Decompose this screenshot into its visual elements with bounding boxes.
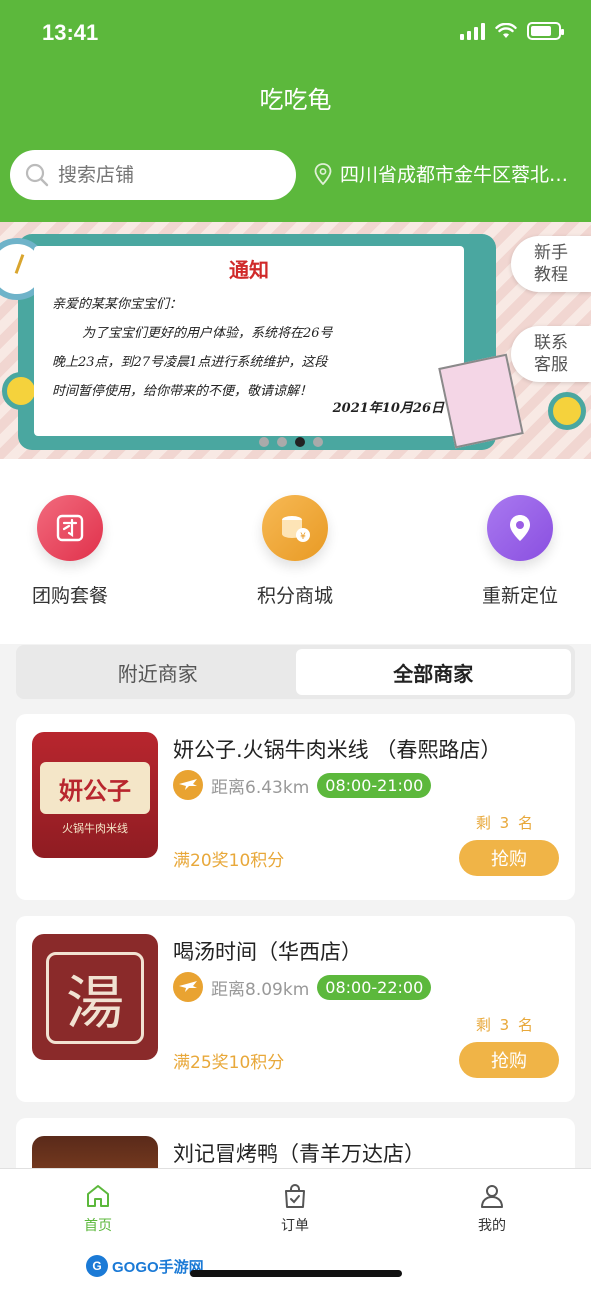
store-logo-subtext: 火锅牛肉米线 [62, 822, 128, 835]
tab-orders-label: 订单 [281, 1218, 309, 1234]
tab-home-label: 首页 [84, 1218, 112, 1234]
customer-service-button[interactable]: 联系 客服 [511, 326, 591, 382]
group-buy-icon [37, 495, 103, 561]
orders-bag-icon [285, 1184, 305, 1208]
store-card[interactable]: 妍公子 火锅牛肉米线 妍公子.火锅牛肉米线 （春熙路店） 距离6.43km 08… [16, 714, 575, 900]
search-icon [25, 163, 49, 187]
store-distance: 距离8.09km [211, 979, 310, 1000]
customer-service-label: 联系 客服 [534, 333, 568, 375]
location-pin-icon [487, 495, 553, 561]
relocate-label: 重新定位 [481, 585, 558, 607]
remaining-count: 剩 3 名 [475, 1016, 535, 1034]
search-bar[interactable] [10, 150, 296, 200]
store-hours-badge: 08:00-22:00 [317, 974, 432, 1000]
group-buy-label: 团购套餐 [31, 585, 108, 607]
carousel-dot[interactable] [258, 437, 269, 447]
watermark-icon: G [86, 1255, 108, 1277]
tab-mine[interactable]: 我的 [442, 1183, 542, 1235]
notice-banner[interactable]: 通知 亲爱的某某你宝宝们： 为了宝宝们更好的用户体验，系统将在26号 晚上23点… [0, 222, 591, 459]
carousel-dot-active[interactable] [294, 437, 305, 447]
location-selector[interactable]: 四川省成都市金牛区蓉北… [314, 160, 582, 187]
app-header: 13:41 吃吃龟 四川省成都市金牛区蓉北… [0, 0, 591, 222]
store-distance: 距离6.43km [211, 777, 310, 798]
user-icon [481, 1185, 503, 1208]
store-logo: 湯 [32, 934, 158, 1060]
battery-icon [527, 22, 564, 40]
notice-line: 晚上23点，到27号凌晨1点进行系统维护，这段 [52, 355, 328, 370]
store-meta: 距离8.09km 08:00-22:00 [173, 972, 432, 1002]
carousel-dot[interactable] [276, 437, 287, 447]
notice-title: 通知 [229, 258, 269, 282]
tutorial-button[interactable]: 新手 教程 [511, 236, 591, 292]
store-hours-badge: 08:00-21:00 [317, 772, 432, 798]
search-input[interactable] [58, 164, 278, 186]
notice-card: 通知 亲爱的某某你宝宝们： 为了宝宝们更好的用户体验，系统将在26号 晚上23点… [34, 246, 464, 436]
buy-button[interactable]: 抢购 [459, 840, 559, 876]
buy-button[interactable]: 抢购 [459, 1042, 559, 1078]
page-title: 吃吃龟 [259, 86, 332, 114]
delivery-bird-icon [173, 770, 203, 800]
points-mall-label: 积分商城 [256, 585, 333, 607]
tab-home[interactable]: 首页 [48, 1183, 148, 1235]
coins-icon: ¥ [262, 495, 328, 561]
merchant-tabs: 附近商家 全部商家 [16, 645, 575, 699]
quick-menu: 团购套餐 ¥ 积分商城 重新定位 [0, 459, 591, 644]
store-logo-text: 湯 [65, 969, 124, 1037]
store-name: 妍公子.火锅牛肉米线 （春熙路店） [173, 738, 502, 762]
svg-text:¥: ¥ [300, 532, 306, 542]
carousel-dots [0, 437, 591, 447]
promo-text: 满20奖10积分 [173, 851, 285, 871]
tutorial-label: 新手 教程 [534, 243, 568, 285]
relocate-button[interactable]: 重新定位 [450, 495, 590, 608]
group-buy-button[interactable]: 团购套餐 [0, 495, 140, 608]
status-bar: 13:41 [0, 0, 591, 64]
home-icon [87, 1185, 109, 1207]
decoration-circle [548, 392, 586, 430]
tab-orders[interactable]: 订单 [245, 1183, 345, 1235]
carousel-dot[interactable] [312, 437, 323, 447]
watermark-logo: G GOGO手游网 [86, 1255, 204, 1277]
store-meta: 距离6.43km 08:00-21:00 [173, 770, 432, 800]
delivery-bird-icon [173, 972, 203, 1002]
store-card[interactable]: 湯 喝汤时间（华西店） 距离8.09km 08:00-22:00 剩 3 名 满… [16, 916, 575, 1102]
notice-line: 亲爱的某某你宝宝们： [52, 297, 183, 312]
promo-text: 满25奖10积分 [173, 1053, 285, 1073]
store-logo-text: 妍公子 [59, 776, 131, 805]
cellular-signal-icon [460, 22, 485, 40]
wifi-icon [495, 23, 517, 38]
notice-date: 2021年10月26日 [332, 401, 444, 416]
points-mall-button[interactable]: ¥ 积分商城 [225, 495, 365, 608]
tab-mine-label: 我的 [478, 1218, 506, 1234]
store-name: 喝汤时间（华西店） [173, 940, 362, 964]
store-name: 刘记冒烤鸭（青羊万达店） [173, 1142, 425, 1166]
status-indicators [460, 22, 564, 40]
home-indicator [190, 1270, 402, 1277]
location-pin-icon [314, 162, 332, 185]
remaining-count: 剩 3 名 [475, 814, 535, 832]
location-text: 四川省成都市金牛区蓉北… [340, 164, 569, 186]
notice-line: 为了宝宝们更好的用户体验，系统将在26号 [82, 326, 333, 341]
store-logo: 妍公子 火锅牛肉米线 [32, 732, 158, 858]
tab-nearby-merchants[interactable]: 附近商家 [20, 649, 296, 695]
tab-all-merchants[interactable]: 全部商家 [295, 649, 571, 695]
status-time: 13:41 [42, 20, 99, 45]
